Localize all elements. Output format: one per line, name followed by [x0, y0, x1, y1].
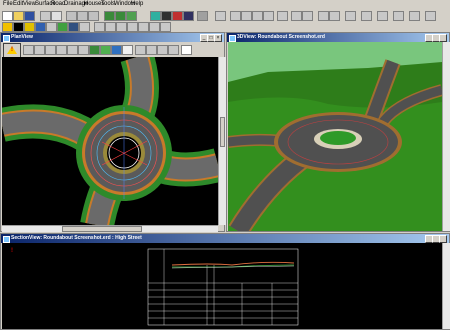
section-view-window-icon — [3, 236, 10, 243]
surface-edit-icon[interactable] — [89, 45, 100, 55]
cut-icon[interactable] — [66, 11, 77, 21]
record-icon[interactable] — [172, 11, 183, 21]
section-view-titlebar: SectionView: Roundabout Screenshot.erd :… — [1, 234, 449, 243]
triangle-tool-icon[interactable] — [2, 22, 13, 32]
print-icon[interactable] — [40, 11, 51, 21]
water-icon[interactable] — [111, 45, 122, 55]
slope-icon[interactable] — [146, 45, 157, 55]
plan-view-titlebar: PlanView _ □ × — [1, 33, 224, 42]
menu-edit[interactable]: Edit — [13, 1, 23, 7]
plan-view-toolbar: ! — [1, 42, 224, 58]
terrain-icon[interactable] — [57, 22, 68, 32]
plan-view-window-icon — [3, 35, 10, 42]
rect-tool-icon[interactable] — [291, 11, 302, 21]
orbit-icon[interactable] — [149, 22, 160, 32]
delete-tool-icon[interactable] — [425, 11, 436, 21]
zoom-extents-icon[interactable] — [127, 22, 138, 32]
close-button[interactable]: × — [214, 34, 222, 42]
measure-icon[interactable] — [79, 22, 90, 32]
section-view-title: SectionView: Roundabout Screenshot.erd :… — [11, 235, 142, 241]
3d-canvas[interactable] — [228, 42, 442, 231]
menu-help[interactable]: Help — [131, 1, 143, 7]
text-tool-icon[interactable] — [318, 11, 329, 21]
plan-horizontal-scrollbar[interactable] — [2, 225, 218, 232]
road-tool-icon[interactable] — [115, 11, 126, 21]
dimension-tool-icon[interactable] — [329, 11, 340, 21]
plan-view-window: PlanView _ □ × ! — [0, 32, 226, 232]
menu-bar: File Edit View Surface Road Drainage Hou… — [0, 0, 450, 10]
plan-view-title: PlanView — [11, 34, 33, 40]
node-tool-icon[interactable] — [23, 45, 34, 55]
polygon-tool-icon[interactable] — [302, 11, 313, 21]
circle-tool-icon[interactable] — [277, 11, 288, 21]
rotate-tool-icon[interactable] — [393, 11, 404, 21]
3d-close-button[interactable] — [439, 34, 447, 42]
erase-icon[interactable] — [181, 45, 192, 55]
surface-tool-icon[interactable] — [104, 11, 115, 21]
zoom-in-icon[interactable] — [94, 22, 105, 32]
extend-tool-icon[interactable] — [67, 45, 78, 55]
layer-icon[interactable] — [68, 22, 79, 32]
render-icon[interactable] — [183, 11, 194, 21]
move-tool-icon[interactable] — [345, 11, 356, 21]
new-file-icon[interactable] — [2, 11, 13, 21]
contour-icon[interactable] — [100, 45, 111, 55]
paste-icon[interactable] — [88, 11, 99, 21]
point-tool-icon[interactable] — [215, 11, 226, 21]
redraw-icon[interactable] — [160, 22, 171, 32]
node-edit-icon[interactable] — [135, 45, 146, 55]
3d-vertical-scrollbar[interactable] — [442, 42, 450, 231]
plan-view-icon[interactable] — [161, 11, 172, 21]
plan-vertical-scrollbar[interactable] — [218, 57, 226, 225]
plan-canvas[interactable] — [2, 57, 218, 225]
section-vertical-scrollbar[interactable] — [442, 243, 450, 329]
string-tool-icon[interactable] — [34, 45, 45, 55]
preview-icon[interactable] — [51, 11, 62, 21]
break-tool-icon[interactable] — [56, 45, 67, 55]
grid-tool-icon[interactable] — [126, 11, 137, 21]
plan-vertical-scroll-thumb[interactable] — [220, 117, 225, 147]
scale-tool-icon[interactable] — [377, 11, 388, 21]
menu-tools[interactable]: Tools — [101, 1, 115, 7]
model-tool-icon[interactable] — [150, 11, 161, 21]
line-tool-icon[interactable] — [230, 11, 241, 21]
copy-icon[interactable] — [77, 11, 88, 21]
bulldozer-icon[interactable] — [13, 22, 24, 32]
warning-tool-icon[interactable] — [24, 22, 35, 32]
section-close-button[interactable] — [439, 235, 447, 243]
open-folder-icon[interactable] — [13, 11, 24, 21]
menu-view[interactable]: View — [23, 1, 36, 7]
arc-tool-icon[interactable] — [263, 11, 274, 21]
chainage-icon[interactable] — [168, 45, 179, 55]
curve-tool-icon[interactable] — [252, 11, 263, 21]
warning-icon[interactable]: ! — [3, 43, 21, 58]
3d-view-titlebar: 3DView: Roundabout Screenshot.erd — [227, 33, 449, 42]
section-icon[interactable] — [157, 45, 168, 55]
save-icon[interactable] — [24, 11, 35, 21]
mirror-tool-icon[interactable] — [409, 11, 420, 21]
polyline-tool-icon[interactable] — [241, 11, 252, 21]
3d-view-title: 3DView: Roundabout Screenshot.erd — [237, 34, 325, 40]
section-view-window: SectionView: Roundabout Screenshot.erd :… — [0, 233, 450, 330]
zoom-window-icon[interactable] — [116, 22, 127, 32]
pan-icon[interactable] — [138, 22, 149, 32]
join-tool-icon[interactable] — [45, 45, 56, 55]
plan-horizontal-scroll-thumb[interactable] — [62, 226, 142, 232]
3d-view-window: 3DView: Roundabout Screenshot.erd — [226, 32, 450, 232]
trim-tool-icon[interactable] — [78, 45, 89, 55]
text-label-icon[interactable] — [46, 22, 57, 32]
chart-icon[interactable] — [122, 45, 133, 55]
settings-icon[interactable] — [197, 11, 208, 21]
3d-view-window-icon — [229, 35, 236, 42]
menu-file[interactable]: File — [3, 1, 13, 7]
info-tool-icon[interactable] — [35, 22, 46, 32]
copy-tool-icon[interactable] — [361, 11, 372, 21]
zoom-out-icon[interactable] — [105, 22, 116, 32]
section-canvas[interactable] — [2, 243, 442, 329]
